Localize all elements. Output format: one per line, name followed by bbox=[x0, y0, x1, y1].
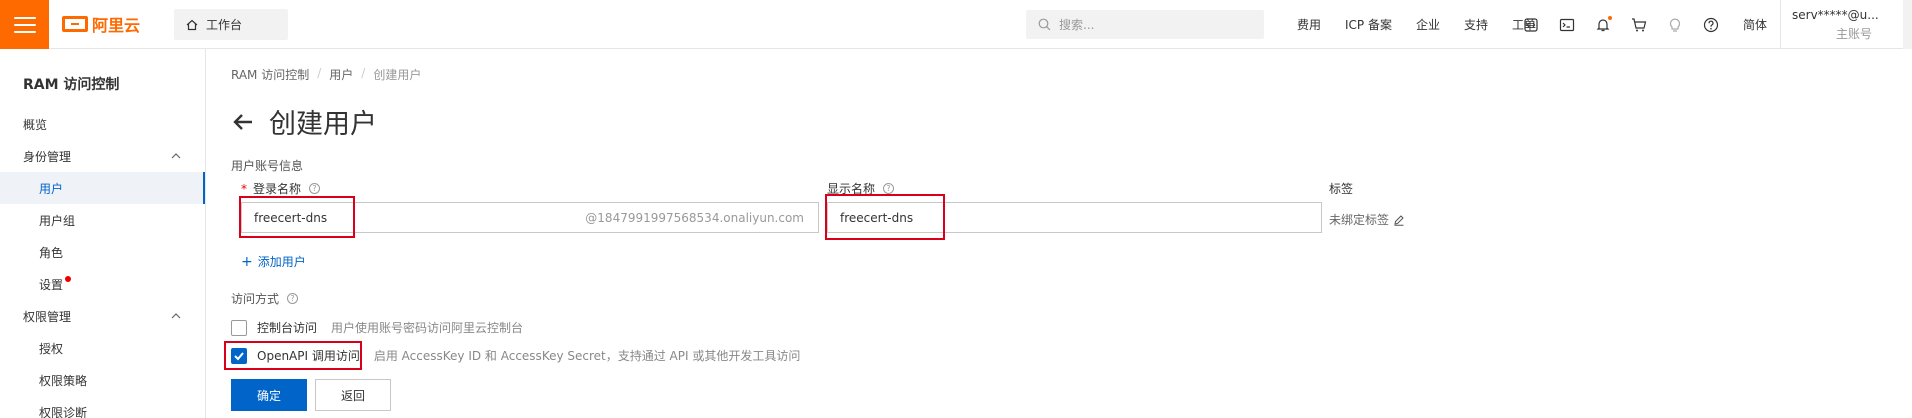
search-box[interactable] bbox=[1026, 10, 1264, 39]
add-user-label: 添加用户 bbox=[257, 255, 306, 269]
breadcrumb-separator: / bbox=[317, 66, 322, 80]
sidebar-title: RAM 访问控制 bbox=[23, 77, 120, 93]
chevron-up-icon bbox=[171, 153, 181, 159]
settings-badge-dot bbox=[65, 276, 72, 282]
sidebar-item-diagnosis[interactable]: 权限诊断 bbox=[0, 396, 205, 418]
openapi-access-row: OpenAPI 调用访问 启用 AccessKey ID 和 AccessKey… bbox=[231, 347, 800, 364]
sidebar-item-label: 权限诊断 bbox=[39, 405, 88, 418]
sidebar-item-label: 用户组 bbox=[39, 213, 76, 228]
workbench-button[interactable]: 工作台 bbox=[174, 9, 288, 40]
aliyun-logo[interactable]: 阿里云 bbox=[62, 12, 140, 36]
bulb-icon[interactable] bbox=[1666, 16, 1684, 34]
page-header: 创建用户 bbox=[231, 102, 377, 141]
sidebar-item-label: 权限策略 bbox=[39, 373, 88, 388]
sidebar-item-label: 概览 bbox=[23, 117, 48, 132]
openapi-access-label[interactable]: OpenAPI 调用访问 bbox=[257, 347, 360, 364]
openapi-access-desc: 启用 AccessKey ID 和 AccessKey Secret，支持通过 … bbox=[373, 349, 801, 363]
breadcrumb-current: 创建用户 bbox=[373, 68, 422, 82]
console-access-checkbox[interactable] bbox=[231, 319, 247, 336]
sidebar-item-label: 设置 bbox=[39, 277, 64, 292]
nav-link-enterprise[interactable]: 企业 bbox=[1404, 16, 1452, 33]
help-icon[interactable] bbox=[1702, 16, 1720, 34]
search-icon bbox=[1038, 18, 1051, 31]
help-icon[interactable]: ? bbox=[883, 183, 895, 194]
tag-edit[interactable]: 未绑定标签 bbox=[1329, 211, 1405, 228]
topbar-divider bbox=[1780, 0, 1781, 49]
sidebar-item-label: 授权 bbox=[39, 341, 64, 356]
hamburger-menu-icon[interactable] bbox=[0, 0, 49, 49]
login-name-suffix: @1847991997568534.onaliyun.com bbox=[585, 211, 804, 225]
code-icon[interactable] bbox=[1522, 16, 1540, 34]
check-icon bbox=[234, 351, 244, 360]
sidebar-item-user-groups[interactable]: 用户组 bbox=[0, 204, 205, 236]
back-arrow-icon[interactable] bbox=[231, 110, 255, 134]
home-icon bbox=[186, 19, 198, 30]
tag-value: 未绑定标签 bbox=[1329, 213, 1390, 227]
sidebar-item-label: 角色 bbox=[39, 245, 64, 260]
sidebar-item-grants[interactable]: 授权 bbox=[0, 332, 205, 364]
back-button[interactable]: 返回 bbox=[315, 379, 391, 411]
sidebar-item-roles[interactable]: 角色 bbox=[0, 236, 205, 268]
console-access-desc: 用户使用账号密码访问阿里云控制台 bbox=[331, 321, 524, 335]
bell-icon[interactable] bbox=[1594, 15, 1612, 34]
cart-icon[interactable] bbox=[1630, 16, 1648, 34]
display-name-label: 显示名称 ? bbox=[827, 180, 895, 197]
sidebar-item-label: 权限管理 bbox=[23, 309, 72, 324]
terminal-icon[interactable] bbox=[1558, 16, 1576, 34]
access-method-label-text: 访问方式 bbox=[231, 292, 280, 306]
account-role: 主账号 bbox=[1835, 27, 1872, 41]
breadcrumb-users[interactable]: 用户 bbox=[329, 66, 353, 83]
sidebar-group-permissions[interactable]: 权限管理 bbox=[0, 300, 205, 332]
account-name: serv*****@u... bbox=[1792, 8, 1879, 22]
login-name-label: * 登录名称 ? bbox=[241, 180, 321, 197]
sidebar-item-policies[interactable]: 权限策略 bbox=[0, 364, 205, 396]
help-icon[interactable]: ? bbox=[309, 183, 321, 194]
tag-label: 标签 bbox=[1329, 182, 1354, 196]
search-input[interactable] bbox=[1059, 17, 1249, 32]
workbench-label: 工作台 bbox=[206, 18, 243, 32]
breadcrumb-ram[interactable]: RAM 访问控制 bbox=[231, 66, 309, 83]
sidebar: RAM 访问控制 概览 身份管理 用户 用户组 角色 设置 权限管理 授权 权限… bbox=[0, 49, 206, 418]
sidebar-item-users[interactable]: 用户 bbox=[0, 172, 205, 204]
openapi-access-checkbox[interactable] bbox=[231, 347, 247, 364]
console-access-label[interactable]: 控制台访问 bbox=[257, 319, 317, 336]
login-name-input[interactable] bbox=[242, 203, 602, 232]
required-marker: * bbox=[241, 181, 247, 196]
topbar-scrollbar bbox=[1903, 0, 1912, 49]
breadcrumb-separator: / bbox=[361, 66, 366, 80]
top-nav-icons bbox=[1522, 0, 1720, 49]
sidebar-item-settings[interactable]: 设置 bbox=[0, 268, 205, 300]
nav-link-billing[interactable]: 费用 bbox=[1285, 16, 1333, 33]
plus-icon: + bbox=[241, 253, 253, 270]
nav-link-support[interactable]: 支持 bbox=[1452, 16, 1500, 33]
confirm-button[interactable]: 确定 bbox=[231, 379, 307, 411]
display-name-field[interactable] bbox=[827, 202, 1322, 233]
login-name-label-text: 登录名称 bbox=[253, 182, 302, 196]
section-account-info: 用户账号信息 bbox=[231, 159, 304, 173]
notification-dot bbox=[1608, 15, 1612, 20]
aliyun-logo-mark bbox=[62, 16, 88, 32]
sidebar-item-label: 身份管理 bbox=[23, 149, 72, 164]
edit-pencil-icon bbox=[1394, 214, 1404, 226]
chevron-up-icon bbox=[171, 313, 181, 319]
sidebar-item-label: 用户 bbox=[39, 181, 64, 196]
breadcrumb: RAM 访问控制 / 用户 / 创建用户 bbox=[231, 66, 421, 83]
logo-text: 阿里云 bbox=[92, 16, 141, 35]
help-icon[interactable]: ? bbox=[287, 293, 299, 304]
top-nav-links: 费用 ICP 备案 企业 支持 工单 bbox=[1285, 0, 1548, 49]
access-method-label: 访问方式 ? bbox=[231, 290, 299, 307]
top-bar: 阿里云 工作台 费用 ICP 备案 企业 支持 工单 简体 serv*****@… bbox=[0, 0, 1912, 49]
account-menu[interactable]: serv*****@u... 主账号 bbox=[1792, 8, 1902, 42]
language-switch[interactable]: 简体 bbox=[1743, 16, 1767, 33]
login-name-field[interactable]: @1847991997568534.onaliyun.com bbox=[241, 202, 819, 233]
sidebar-item-overview[interactable]: 概览 bbox=[0, 108, 205, 140]
sidebar-group-identity[interactable]: 身份管理 bbox=[0, 140, 205, 172]
page-title: 创建用户 bbox=[269, 109, 377, 140]
display-name-input[interactable] bbox=[828, 203, 1308, 232]
add-user-button[interactable]: + 添加用户 bbox=[241, 253, 306, 270]
display-name-label-text: 显示名称 bbox=[827, 182, 876, 196]
nav-link-icp[interactable]: ICP 备案 bbox=[1333, 16, 1404, 33]
console-access-row: 控制台访问 用户使用账号密码访问阿里云控制台 bbox=[231, 319, 523, 336]
